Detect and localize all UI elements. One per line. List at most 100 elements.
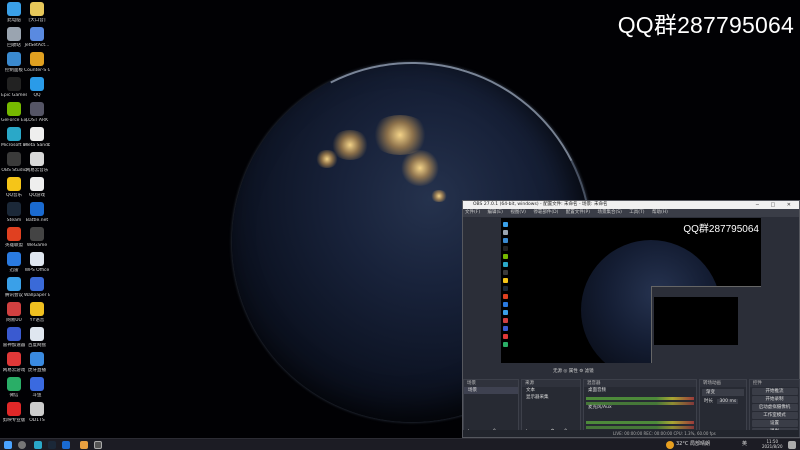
controls-dock[interactable]: 控件 开始推流 开始录制 启动虚拟摄像机 工作室模式 设置 退出 [749,379,800,437]
obs-menu-bar[interactable]: 文件(F) 编辑(E) 视图(V) 停靠部件(D) 配置文件(P) 场景集合(S… [463,209,799,217]
desktop-audio-volume-slider[interactable] [586,402,694,405]
menu-edit[interactable]: 编辑(E) [488,210,503,215]
desktop-icon-glyph [30,277,44,291]
sources-dock[interactable]: 来源 文本 显示器采集 + − ⚙ ⌃ ⌄ [521,379,581,443]
menu-profile[interactable]: 配置文件(P) [566,210,590,215]
desktop-icon-glyph [7,277,21,291]
obs-window[interactable]: OBS 27.0.1 (64-bit, windows) - 配置文件: 未命名… [462,200,800,443]
desktop-icon-label: Meta Sandbo... [24,143,50,148]
taskbar[interactable]: 32°C 局部晴朗 英 11:50 2021/8/20 [0,438,800,450]
obs-status-bar: LIVE: 00:00:00 REC: 00:00:00 CPU: 1.3%, … [463,430,799,437]
desktop-icon[interactable]: WPS Office [24,252,50,273]
mixer-channel-label: 麦克风/Aux [588,405,612,410]
search-icon[interactable] [18,441,26,449]
desktop-icon-glyph [7,227,21,241]
weather-text[interactable]: 32°C 局部晴朗 [676,440,710,447]
mic-volume-slider[interactable] [586,426,694,429]
desktop-icon-glyph [30,52,44,66]
menu-docks[interactable]: 停靠部件(D) [533,210,558,215]
desktop-icon[interactable]: 斗鱼 [24,377,50,398]
desktop-icon-label: OD1TS [29,418,45,423]
transitions-dock-title: 转场动画 [700,380,746,387]
desktop-icon-glyph [30,352,44,366]
desktop-icon-glyph [30,2,44,16]
menu-file[interactable]: 文件(F) [465,210,480,215]
menu-help[interactable]: 帮助(H) [652,210,668,215]
desktop-icon-label: [大口音] [28,18,46,23]
mixer-dock-title: 混音器 [584,380,696,387]
desktop-icon[interactable]: 网易云音乐 [24,152,50,173]
desktop-icon-glyph [30,202,44,216]
city-lights [370,115,430,155]
desktop-icon-glyph [7,152,21,166]
desktop-icon-label: JetSetAct... [24,43,50,48]
battlenet-taskbar-icon[interactable] [62,441,70,449]
desktop-icon-glyph [30,252,44,266]
settings-button[interactable]: 设置 [751,420,798,427]
desktop-icon[interactable]: QQ [24,77,50,98]
desktop-icon[interactable]: Battle.net [24,202,50,223]
start-button[interactable] [4,441,12,449]
desktop-icon-glyph [30,227,44,241]
explorer-taskbar-icon[interactable] [80,441,88,449]
desktop-icon[interactable]: Meta Sandbo... [24,127,50,148]
transition-type-select[interactable]: 渐变 [702,389,744,396]
desktop-icon-label: Wallpaper Engine [24,293,50,298]
desktop-icon[interactable]: 百度网盘 [24,327,50,348]
clock-date: 2021/8/20 [762,444,783,449]
scene-item[interactable]: 场景 [464,387,518,394]
virtual-camera-button[interactable]: 启动虚拟摄像机 [751,404,798,411]
desktop-icon-label: 虎牙直播 [28,368,46,373]
controls-dock-title: 控件 [750,380,799,387]
desktop-icon-glyph [7,102,21,116]
obs-taskbar-icon[interactable] [94,441,102,449]
qq-group-watermark: QQ群287795064 [617,12,794,38]
desktop-icon[interactable]: [大口音] [24,2,50,23]
desktop-icon-glyph [7,202,21,216]
source-toolbar[interactable]: 无源 ◎ 属性 ⚙ 滤镜 [463,367,799,377]
notification-icon[interactable] [788,441,796,449]
desktop-icon[interactable]: OD1TS [24,402,50,423]
window-controls[interactable]: ─ □ ✕ [756,201,796,209]
desktop-icon-label: WPS Office [24,268,50,273]
desktop-icon[interactable]: Counter-S Global Off... [24,52,50,73]
desktop-icon-glyph [7,77,21,91]
desktop-icon-glyph [7,352,21,366]
duration-input[interactable]: 300 ms [717,399,739,404]
desktop-icon-label: 斗鱼 [32,393,42,398]
obs-title-bar[interactable]: OBS 27.0.1 (64-bit, windows) - 配置文件: 未命名… [463,201,799,209]
obs-preview[interactable]: QQ群287795064 [501,218,761,363]
start-streaming-button[interactable]: 开始推流 [751,388,798,395]
desktop-icon-glyph [30,102,44,116]
desktop-icon[interactable]: QQ游戏 [24,177,50,198]
menu-view[interactable]: 视图(V) [510,210,526,215]
desktop-icon-glyph [30,127,44,141]
input-language[interactable]: 英 [742,440,747,447]
desktop-icon-glyph [7,377,21,391]
mixer-dock[interactable]: 混音器 桌面音频 麦克风/Aux [583,379,697,437]
desktop-icon[interactable]: JetSetAct... [24,27,50,48]
source-item[interactable]: 文本 [522,387,580,394]
nested-preview-canvas [654,297,738,345]
edge-taskbar-icon[interactable] [34,441,42,449]
scenes-dock[interactable]: 场景 场景 + − ⌃ ⌄ [463,379,519,437]
desktop-icon-glyph [7,327,21,341]
menu-scene-collection[interactable]: 场景集合(S) [597,210,621,215]
studio-mode-button[interactable]: 工作室模式 [751,412,798,419]
steam-taskbar-icon[interactable] [48,441,56,449]
desktop-icon-glyph [7,402,21,416]
desktop-icon[interactable]: LOST ARK [24,102,50,123]
source-item[interactable]: 显示器采集 [522,394,580,401]
transitions-dock[interactable]: 转场动画 渐变 时长 300 ms [699,379,747,437]
desktop-icon[interactable]: YY语音 [24,302,50,323]
duration-label: 时长 [704,399,713,404]
start-recording-button[interactable]: 开始录制 [751,396,798,403]
desktop-icon-label: Counter-S Global Off... [24,68,50,73]
desktop-icon[interactable]: WeGame [24,227,50,248]
desktop-icon[interactable]: Wallpaper Engine [24,277,50,298]
menu-tools[interactable]: 工具(T) [629,210,644,215]
clock[interactable]: 11:50 2021/8/20 [762,439,783,449]
transition-duration-label: 时长 300 ms [700,398,746,405]
desktop-icon[interactable]: 虎牙直播 [24,352,50,373]
desktop-icon-label: QQ游戏 [28,193,46,198]
